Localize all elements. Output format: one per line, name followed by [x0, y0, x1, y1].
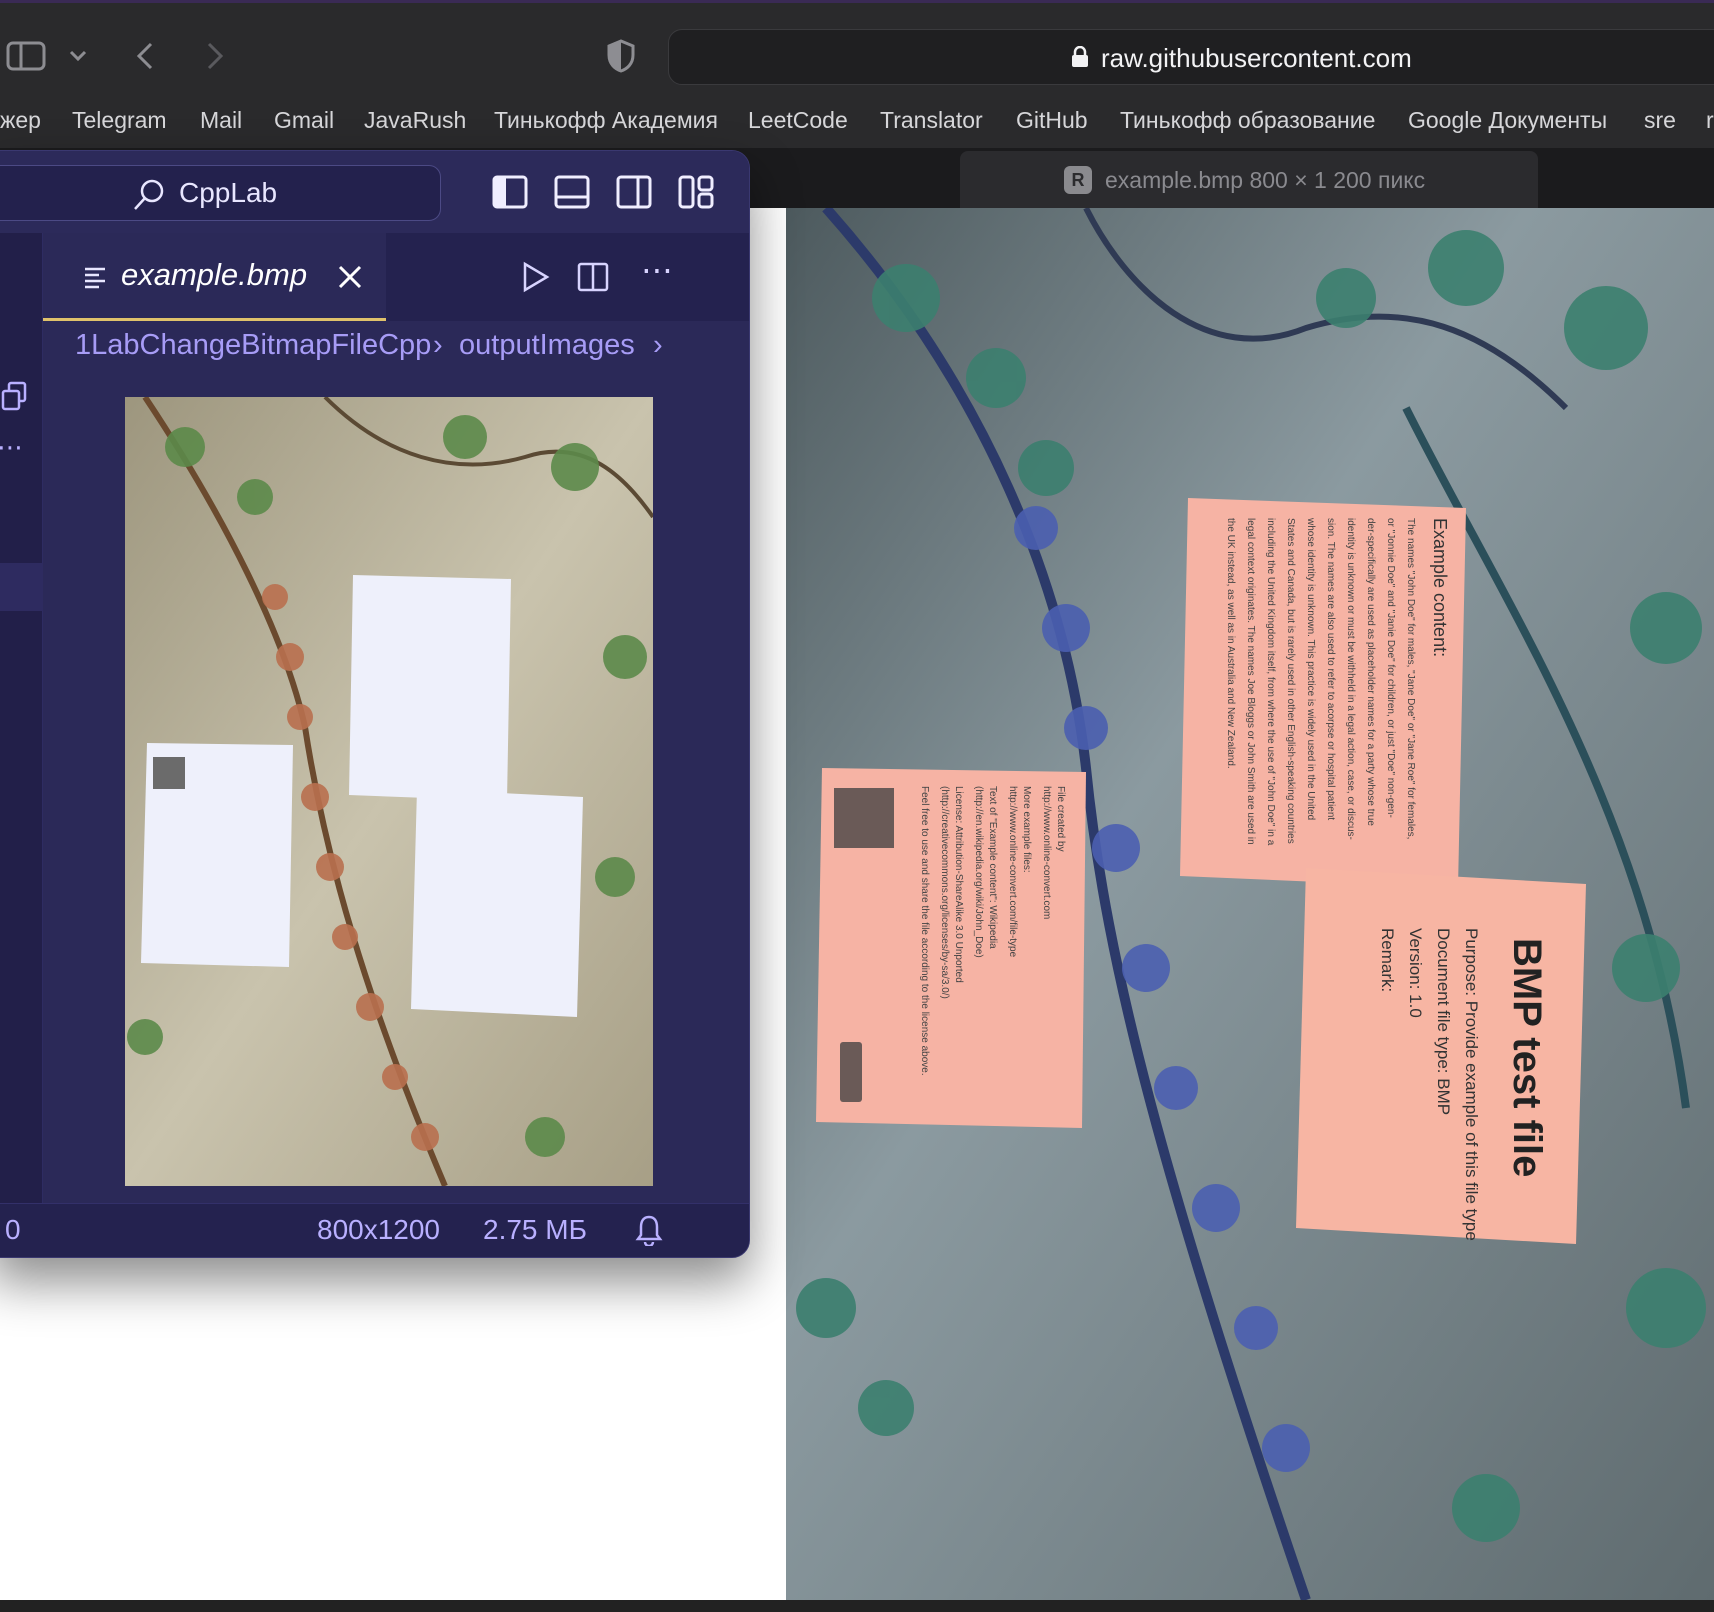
bookmark-item[interactable]: жер	[0, 107, 41, 134]
vscode-window: CppLab ⋯ example.bmp ⋯ 1LabChangeBitmapF…	[0, 150, 750, 1258]
privacy-shield-icon[interactable]	[604, 33, 638, 79]
example-line: sion. The names are also used to refer t…	[1325, 518, 1336, 820]
close-icon[interactable]	[337, 264, 363, 290]
toggle-secondary-sidebar-icon[interactable]	[615, 173, 653, 211]
editor-tabbar: example.bmp ⋯	[43, 233, 749, 321]
page-bottom-bar	[0, 1600, 1714, 1612]
credits-line: Text of "Example content": Wikipedia	[987, 786, 998, 949]
bmp-image-viewer: BMP test file Purpose: Provide example o…	[786, 208, 1714, 1600]
example-line: legal context originates. The names Joe …	[1245, 518, 1256, 845]
breadcrumb-item[interactable]: outputImages	[459, 329, 635, 362]
breadcrumb: 1LabChangeBitmapFileCpp › outputImages ›	[43, 321, 749, 377]
sign-line: Remark:	[1378, 928, 1397, 992]
forward-icon[interactable]	[200, 33, 230, 79]
copy-icon[interactable]	[1, 381, 27, 411]
sign-line: Document file type: BMP	[1434, 928, 1453, 1115]
bookmark-item[interactable]: r	[1706, 107, 1714, 134]
image-preview-area	[43, 377, 749, 1203]
file-lines-icon	[85, 267, 105, 289]
credits-line: http://www.online-convert.com/file-type	[1007, 786, 1018, 958]
credits-line: More example files:	[1021, 786, 1032, 873]
breadcrumb-separator-icon: ›	[653, 329, 663, 361]
example-line: identity is unknown or must be withheld …	[1345, 518, 1356, 840]
editor-tab[interactable]: example.bmp	[43, 233, 386, 321]
status-bar: 0 800x1200 2.75 МБ	[0, 1203, 749, 1257]
browser-toolbar: raw.githubusercontent.com	[0, 0, 1714, 98]
status-image-dimensions[interactable]: 800x1200	[317, 1214, 440, 1246]
example-line: The names "John Doe" for males, "Jane Do…	[1405, 518, 1416, 839]
split-editor-icon[interactable]	[577, 261, 609, 293]
credits-line: http://www.online-convert.com	[1041, 786, 1052, 919]
more-icon[interactable]: ⋯	[0, 433, 23, 463]
bookmark-item[interactable]: Gmail	[274, 107, 334, 134]
more-actions-icon[interactable]: ⋯	[641, 251, 673, 289]
sign-line: Purpose: Provide example of this file ty…	[1462, 928, 1481, 1241]
example-line: States and Canada, but is rarely used in…	[1285, 518, 1296, 844]
credits-line: Feel free to use and share the file acco…	[919, 786, 930, 1076]
sign-title: BMP test file	[1505, 938, 1549, 1177]
example-line: whose identity is unknown. This practice…	[1305, 517, 1316, 820]
credits-line: License: Attribution-ShareAlike 3.0 Unpo…	[953, 786, 964, 983]
breadcrumb-separator-icon: ›	[433, 329, 443, 361]
command-center-label: CppLab	[179, 177, 278, 208]
activity-bar: ⋯	[0, 233, 43, 1203]
toggle-panel-icon[interactable]	[553, 173, 591, 211]
activity-item-active[interactable]	[0, 563, 43, 611]
bookmark-item[interactable]: Тинькофф образование	[1120, 107, 1375, 134]
toggle-primary-sidebar-icon[interactable]	[491, 173, 529, 211]
search-icon	[134, 179, 164, 210]
logo-icon	[834, 788, 894, 848]
back-icon[interactable]	[130, 33, 160, 79]
bookmark-item[interactable]: Тинькофф Академия	[494, 107, 718, 134]
bookmark-item[interactable]: Mail	[200, 107, 242, 134]
sidebar-toggle-icon[interactable]	[4, 33, 48, 79]
status-image-size[interactable]: 2.75 МБ	[483, 1214, 587, 1246]
customize-layout-icon[interactable]	[677, 173, 715, 211]
example-line: the UK instead, as well as in Australia …	[1225, 518, 1236, 769]
breadcrumb-item[interactable]: 1LabChangeBitmapFileCpp	[75, 329, 431, 362]
bookmark-item[interactable]: Google Документы	[1408, 107, 1607, 134]
browser-tab[interactable]: R example.bmp 800 × 1 200 пикс	[960, 151, 1538, 208]
example-line: der-specifically are used as placeholder…	[1365, 518, 1376, 826]
bookmark-item[interactable]: GitHub	[1016, 107, 1088, 134]
example-heading: Example content:	[1430, 518, 1450, 657]
chevron-down-icon[interactable]	[66, 33, 90, 79]
sign-line: Version: 1.0	[1406, 928, 1425, 1018]
bookmark-item[interactable]: JavaRush	[364, 107, 466, 134]
bell-icon[interactable]	[635, 1214, 663, 1246]
editor-tab-label: example.bmp	[121, 257, 308, 292]
run-icon[interactable]	[521, 261, 551, 293]
lock-icon	[1072, 46, 1088, 67]
bookmark-item[interactable]: sre	[1644, 107, 1676, 134]
vscode-titlebar: CppLab	[0, 151, 749, 233]
address-bar[interactable]: raw.githubusercontent.com	[668, 29, 1714, 85]
cc-license-icon	[840, 1042, 862, 1102]
credits-line: (http://creativecommons.org/licenses/by-…	[939, 786, 950, 999]
credits-line: File created by	[1055, 786, 1066, 852]
bookmarks-bar: жер Telegram Mail Gmail JavaRush Тинькоф…	[0, 98, 1714, 148]
bookmark-item[interactable]: Translator	[880, 107, 983, 134]
logo-icon	[153, 757, 185, 789]
bookmark-item[interactable]: Telegram	[72, 107, 167, 134]
bookmark-item[interactable]: LeetCode	[748, 107, 848, 134]
address-text: raw.githubusercontent.com	[1101, 43, 1412, 73]
command-center[interactable]: CppLab	[0, 165, 441, 221]
image-preview	[125, 397, 653, 1186]
example-line: including the United Kingdom itself, fro…	[1265, 518, 1276, 846]
tab-favicon-icon: R	[1064, 166, 1092, 194]
credits-line: (http://en.wikipedia.org/wiki/John_Doe)	[973, 786, 984, 958]
example-line: or "Jonnie Doe" and "Janie Doe" for chil…	[1385, 518, 1396, 818]
tab-title: example.bmp 800 × 1 200 пикс	[1105, 167, 1426, 193]
status-problems[interactable]: 0	[5, 1214, 21, 1246]
